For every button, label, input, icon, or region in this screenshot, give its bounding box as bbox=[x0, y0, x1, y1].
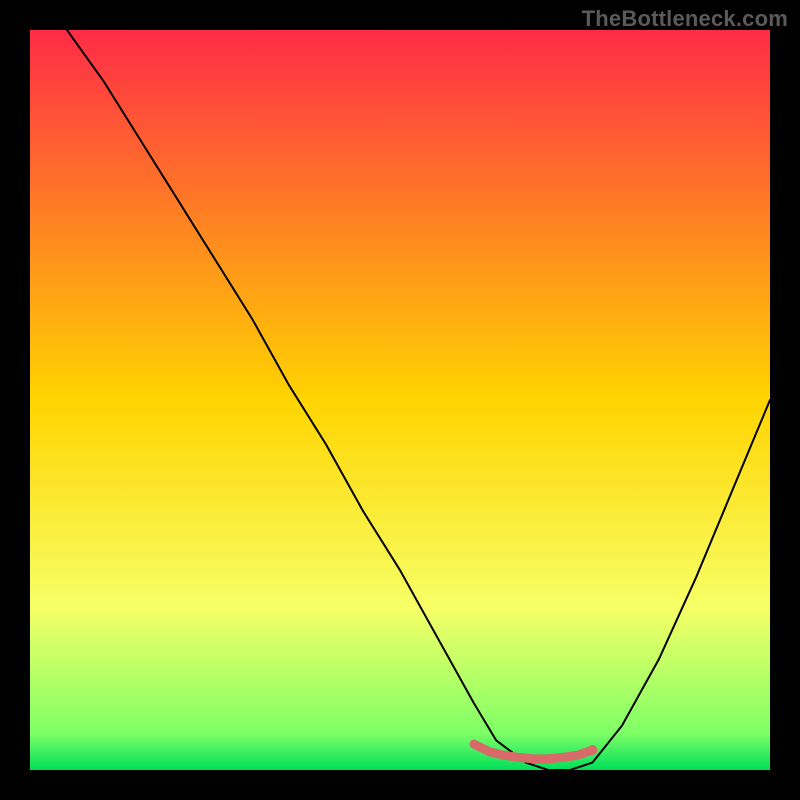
watermark-text: TheBottleneck.com bbox=[582, 6, 788, 32]
bottleneck-chart bbox=[30, 30, 770, 770]
chart-container: TheBottleneck.com bbox=[0, 0, 800, 800]
